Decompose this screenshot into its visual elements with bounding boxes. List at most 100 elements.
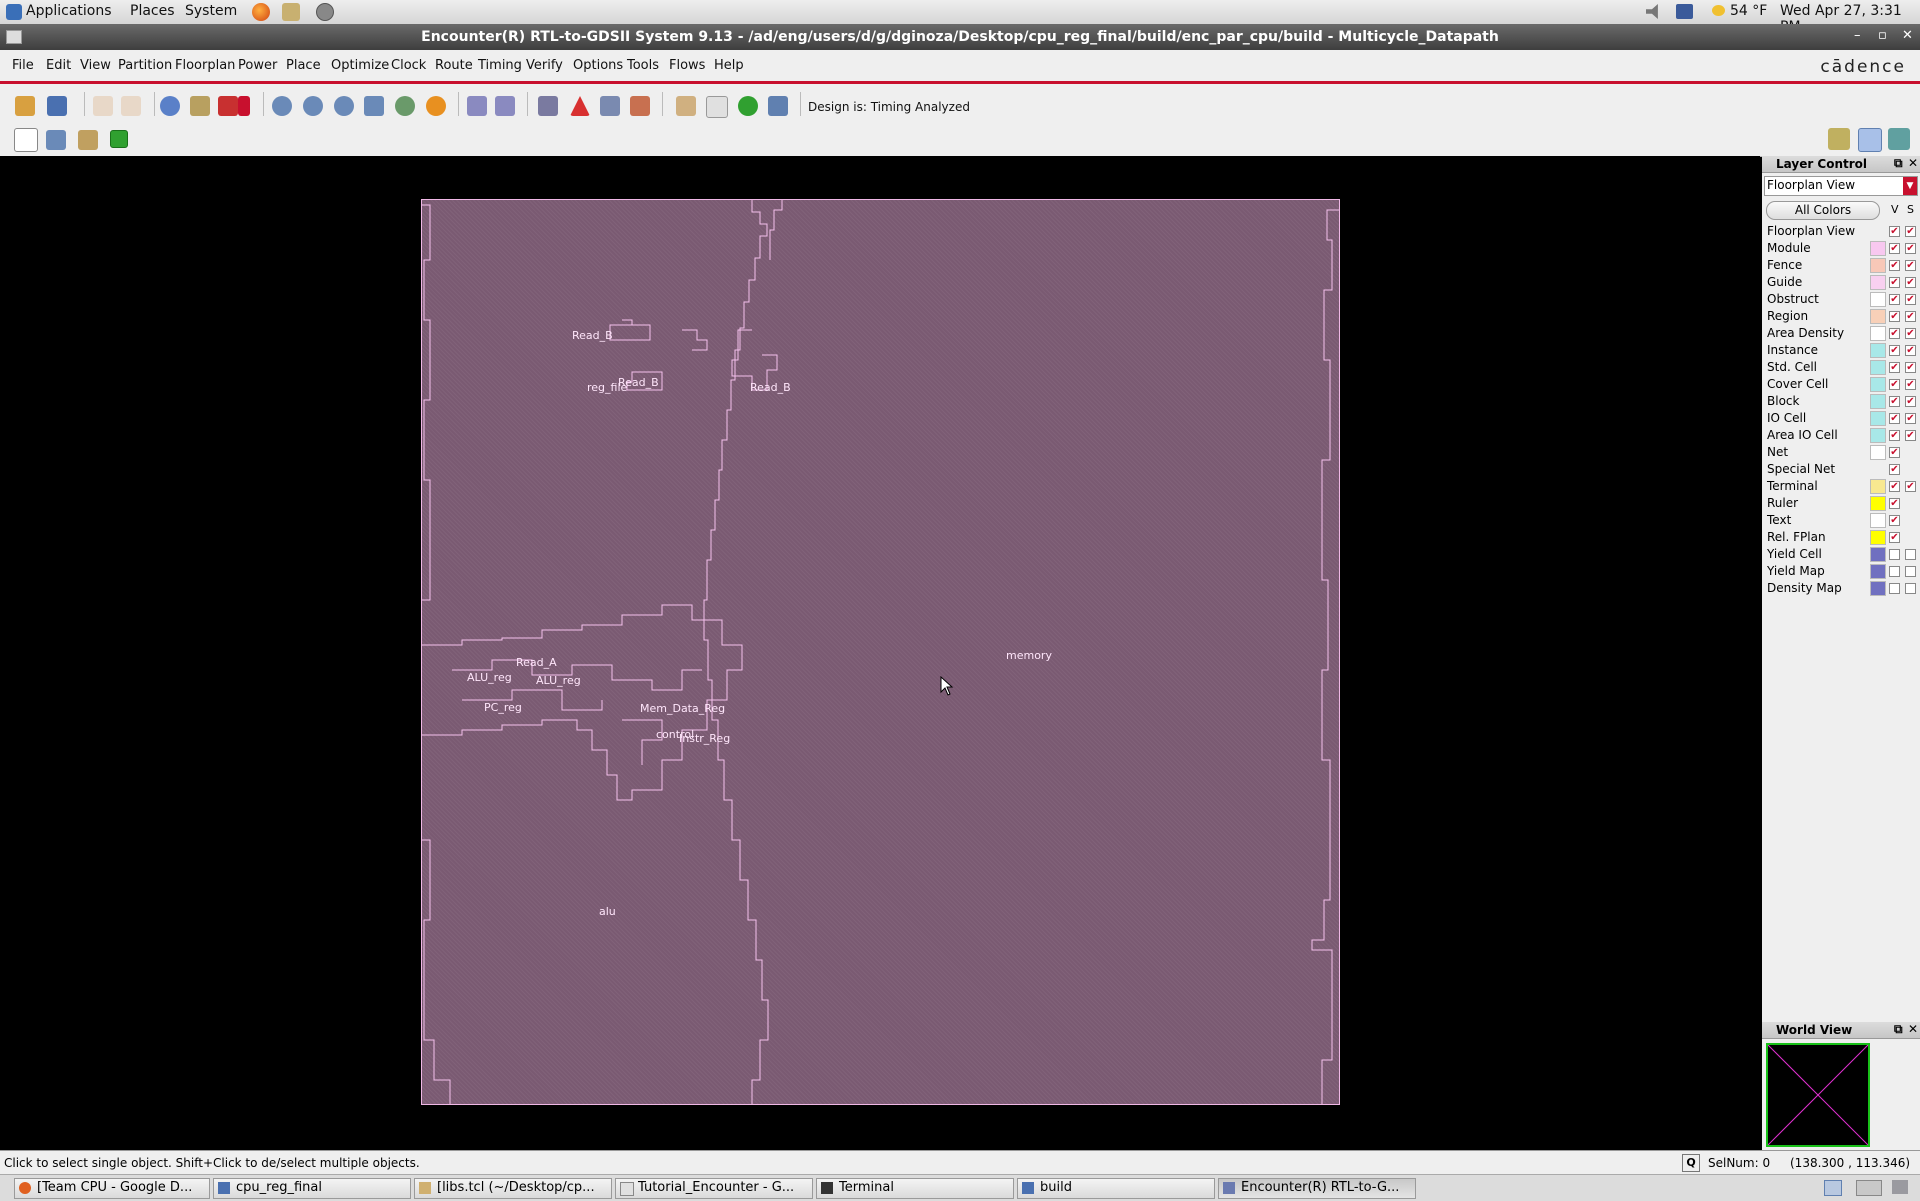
menu-flows[interactable]: Flows: [669, 58, 705, 73]
zoom-selected-icon[interactable]: [395, 96, 415, 116]
layer-color-swatch[interactable]: [1870, 394, 1886, 409]
layer-visible-checkbox[interactable]: ✔: [1889, 430, 1900, 441]
layer-row[interactable]: Floorplan View ✔ ✔: [1765, 223, 1917, 239]
layer-visible-checkbox[interactable]: [1889, 566, 1900, 577]
layer-visible-checkbox[interactable]: ✔: [1889, 362, 1900, 373]
layer-selectable-checkbox[interactable]: ✔: [1905, 311, 1916, 322]
close-icon[interactable]: ✕: [1908, 1022, 1918, 1036]
layer-color-swatch[interactable]: [1870, 343, 1886, 358]
layer-row[interactable]: Guide ✔ ✔: [1765, 274, 1917, 290]
instance-label[interactable]: Mem_Data_Reg: [640, 702, 725, 715]
redraw-icon[interactable]: [426, 96, 446, 116]
layer-color-swatch[interactable]: [1870, 530, 1886, 545]
layer-selectable-checkbox[interactable]: [1905, 566, 1916, 577]
weather-temp[interactable]: 54 °F: [1730, 3, 1767, 19]
layer-row[interactable]: Instance ✔ ✔: [1765, 342, 1917, 358]
chevron-down-icon[interactable]: [238, 96, 250, 116]
panel-menu-system[interactable]: System: [185, 3, 237, 19]
layer-color-swatch[interactable]: [1870, 360, 1886, 375]
layer-visible-checkbox[interactable]: ✔: [1889, 481, 1900, 492]
layer-selectable-checkbox[interactable]: ✔: [1905, 226, 1916, 237]
layer-visible-checkbox[interactable]: ✔: [1889, 532, 1900, 543]
layer-selectable-checkbox[interactable]: ✔: [1905, 260, 1916, 271]
layer-row[interactable]: Region ✔ ✔: [1765, 308, 1917, 324]
layer-visible-checkbox[interactable]: ✔: [1889, 498, 1900, 509]
task-cpu-reg-final[interactable]: cpu_reg_final: [213, 1178, 411, 1199]
menu-optimize[interactable]: Optimize: [331, 58, 389, 73]
run-icon[interactable]: [738, 96, 758, 116]
layer-visible-checkbox[interactable]: ✔: [1889, 260, 1900, 271]
menu-edit[interactable]: Edit: [46, 58, 71, 73]
layer-selectable-checkbox[interactable]: ✔: [1905, 328, 1916, 339]
menu-tools[interactable]: Tools: [627, 58, 659, 73]
menu-partition[interactable]: Partition: [118, 58, 172, 73]
color-pattern-icon[interactable]: [218, 96, 238, 116]
fit-icon[interactable]: [364, 96, 384, 116]
layer-row[interactable]: Terminal ✔ ✔: [1765, 478, 1917, 494]
mail-icon[interactable]: [282, 3, 300, 21]
layer-row[interactable]: Text ✔: [1765, 512, 1917, 528]
attribute-editor-icon[interactable]: [190, 96, 210, 116]
task-encounter[interactable]: Encounter(R) RTL-to-G...: [1218, 1178, 1416, 1199]
layer-visible-checkbox[interactable]: [1889, 549, 1900, 560]
move-mode-icon[interactable]: [46, 130, 66, 150]
instance-label[interactable]: Instr_Reg: [679, 732, 730, 745]
menu-route[interactable]: Route: [435, 58, 473, 73]
layer-visible-checkbox[interactable]: [1889, 583, 1900, 594]
instance-label[interactable]: PC_reg: [484, 701, 522, 714]
all-colors-button[interactable]: All Colors: [1766, 201, 1880, 220]
power-icon[interactable]: [316, 3, 334, 21]
layer-color-swatch[interactable]: [1870, 479, 1886, 494]
layer-selectable-checkbox[interactable]: [1905, 549, 1916, 560]
floorplan-view-button[interactable]: [1828, 128, 1850, 150]
layer-color-swatch[interactable]: [1870, 275, 1886, 290]
layer-row[interactable]: Std. Cell ✔ ✔: [1765, 359, 1917, 375]
panel-menu-applications[interactable]: Applications: [26, 3, 112, 19]
gnome-foot-icon[interactable]: [6, 4, 22, 20]
layer-selectable-checkbox[interactable]: ✔: [1905, 294, 1916, 305]
layer-selectable-checkbox[interactable]: ✔: [1905, 413, 1916, 424]
menu-verify[interactable]: Verify: [526, 58, 563, 73]
task-build[interactable]: build: [1017, 1178, 1215, 1199]
clipboard-icon[interactable]: [676, 96, 696, 116]
world-view-map[interactable]: [1766, 1043, 1870, 1147]
menu-options[interactable]: Options: [573, 58, 623, 73]
task-google-docs[interactable]: [Team CPU - Google D...: [14, 1178, 210, 1199]
layer-visible-checkbox[interactable]: ✔: [1889, 413, 1900, 424]
layer-selectable-checkbox[interactable]: ✔: [1905, 481, 1916, 492]
report-icon[interactable]: [706, 96, 728, 118]
layer-visible-checkbox[interactable]: ✔: [1889, 447, 1900, 458]
amoeba-view-button[interactable]: [1858, 128, 1882, 152]
layer-color-swatch[interactable]: [1870, 377, 1886, 392]
zoom-out-icon[interactable]: [303, 96, 323, 116]
menu-help[interactable]: Help: [714, 58, 744, 73]
layer-row[interactable]: Module ✔ ✔: [1765, 240, 1917, 256]
wire-edit-icon[interactable]: [78, 130, 98, 150]
menu-floorplan[interactable]: Floorplan: [175, 58, 235, 73]
hierarchy-down-icon[interactable]: [467, 96, 487, 116]
layer-row[interactable]: Yield Cell: [1765, 546, 1917, 562]
layer-color-swatch[interactable]: [1870, 309, 1886, 324]
menu-clock[interactable]: Clock: [391, 58, 426, 73]
hierarchy-up-icon[interactable]: [495, 96, 515, 116]
layer-row[interactable]: Yield Map: [1765, 563, 1917, 579]
layer-visible-checkbox[interactable]: ✔: [1889, 515, 1900, 526]
minimize-button[interactable]: –: [1854, 28, 1861, 43]
layer-visible-checkbox[interactable]: ✔: [1889, 328, 1900, 339]
query-button[interactable]: Q: [1682, 1154, 1700, 1172]
redo-icon[interactable]: [121, 96, 141, 116]
volume-icon[interactable]: [1646, 4, 1658, 19]
layer-visible-checkbox[interactable]: ✔: [1889, 379, 1900, 390]
instance-label[interactable]: Read_B: [572, 329, 613, 342]
layer-selectable-checkbox[interactable]: [1905, 583, 1916, 594]
task-tutorial[interactable]: Tutorial_Encounter - G...: [615, 1178, 813, 1199]
layer-visible-checkbox[interactable]: ✔: [1889, 226, 1900, 237]
ruler-tool-icon[interactable]: [630, 96, 650, 116]
database-icon[interactable]: [768, 96, 788, 116]
physical-view-button[interactable]: [1888, 128, 1910, 150]
layer-selectable-checkbox[interactable]: ✔: [1905, 243, 1916, 254]
close-button[interactable]: ✕: [1902, 28, 1913, 43]
layer-color-swatch[interactable]: [1870, 258, 1886, 273]
firefox-icon[interactable]: [252, 3, 270, 21]
menu-file[interactable]: File: [12, 58, 34, 73]
